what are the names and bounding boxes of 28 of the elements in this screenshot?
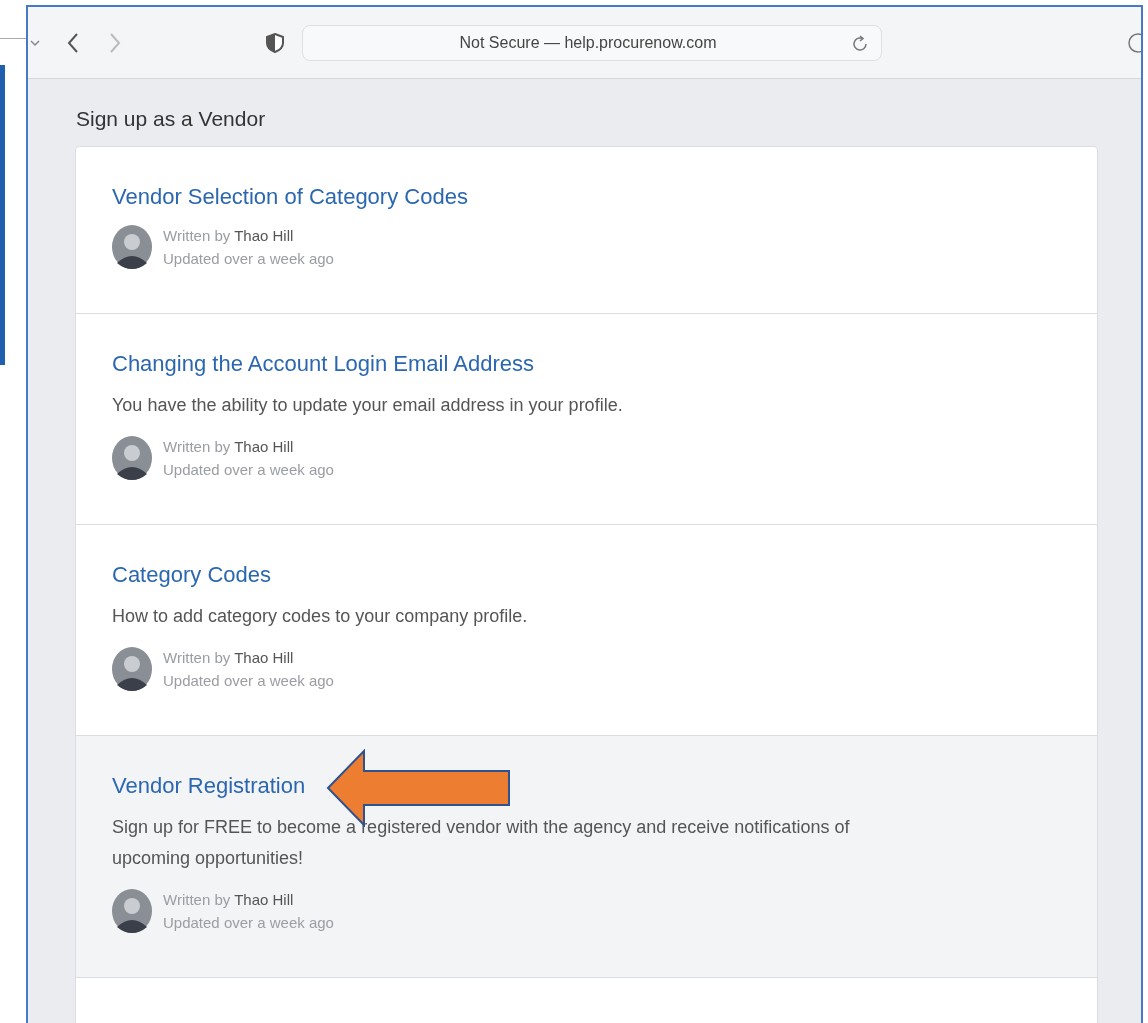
address-bar[interactable]: Not Secure — help.procurenow.com (302, 24, 882, 61)
avatar-icon (112, 436, 152, 480)
updated-text: Updated over a week ago (163, 672, 334, 689)
article-item[interactable]: Vendor Selection of Category Codes Written by Thao Hill Updated over a week ago (76, 147, 1097, 314)
updated-text: Updated over a week ago (163, 250, 334, 267)
article-item[interactable]: Vendor Registration Sign up for FREE to become a registered vendor with the agency and receive notifications of upcoming opportunities! Written by Thao Hill Updated over a week ago (76, 736, 1097, 978)
author-byline: Written by Thao Hill (163, 227, 295, 244)
article-description: Sign up for FREE to become a registered vendor with the agency and receive notifications of upcoming opportunities! (112, 816, 851, 870)
article-title-link[interactable]: Vendor Selection of Category Codes (112, 184, 468, 210)
article-title-link[interactable]: Changing the Account Login Email Address (112, 351, 534, 377)
avatar-icon (112, 889, 152, 933)
article-item[interactable]: Changing the Account Login Email Address You have the ability to update your email address in your profile. Written by Thao Hill Updated over a week ago (76, 314, 1097, 525)
avatar-icon (112, 225, 152, 269)
shield-icon[interactable] (266, 32, 284, 53)
author-byline: Written by Thao Hill (163, 438, 295, 455)
author-byline: Written by Thao Hill (163, 891, 295, 908)
article-title-link[interactable]: Category Codes (112, 562, 271, 588)
avatar-icon (112, 647, 152, 691)
back-icon[interactable] (66, 31, 80, 54)
author-byline: Written by Thao Hill (163, 649, 295, 666)
updated-text: Updated over a week ago (163, 914, 334, 931)
chevron-down-icon[interactable] (30, 38, 40, 47)
reload-icon[interactable] (853, 33, 869, 52)
article-title-link[interactable]: Vendor Registration (112, 773, 306, 799)
article-description: How to add category codes to your company profile. (112, 605, 529, 628)
section-heading: Sign up as a Vendor (76, 107, 267, 131)
article-description: You have the ability to update your email address in your profile. (112, 394, 624, 417)
updated-text: Updated over a week ago (163, 461, 334, 478)
